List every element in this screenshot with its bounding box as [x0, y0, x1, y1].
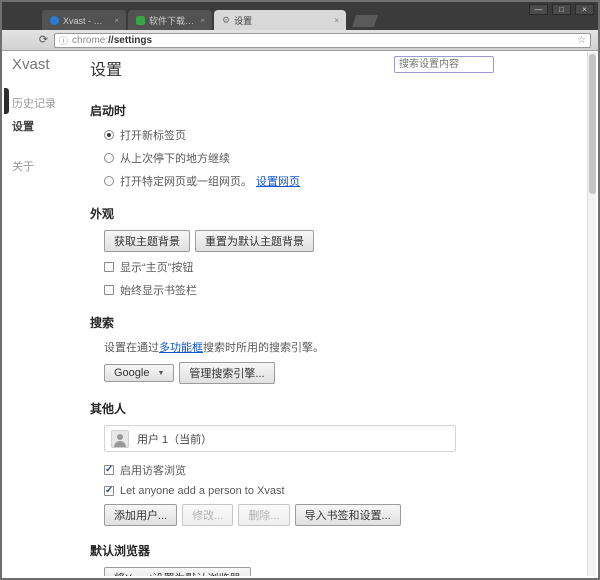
section-header: 外观	[90, 205, 582, 222]
tab-close-icon[interactable]: ×	[199, 16, 206, 25]
section-header: 搜索	[90, 314, 582, 331]
gear-icon: ⚙	[222, 16, 230, 25]
page-info-icon[interactable]: ⓘ	[59, 34, 68, 47]
radio-icon[interactable]	[104, 153, 114, 163]
left-edge-tab	[4, 88, 9, 114]
browser-window: — □ × Xvast - 安全极速浏览器 × 软件下载站_最安全的下载 × ⚙…	[0, 0, 600, 580]
startup-option-specific-pages[interactable]: 打开特定网页或一组网页。 设置网页	[104, 173, 582, 189]
guest-browsing-checkbox-row[interactable]: 启用访客浏览	[104, 462, 582, 478]
tab-download-site[interactable]: 软件下载站_最安全的下载 ×	[128, 10, 212, 30]
minimize-button[interactable]: —	[529, 4, 548, 15]
section-appearance: 外观 获取主题背景 重置为默认主题背景 显示“主页”按钮 始终显示书签栏	[90, 205, 582, 298]
checkbox-label: 启用访客浏览	[120, 462, 186, 478]
close-button[interactable]: ×	[575, 4, 594, 15]
delete-user-button: 删除...	[238, 504, 289, 526]
maximize-button[interactable]: □	[552, 4, 571, 15]
option-label: 从上次停下的地方继续	[120, 150, 230, 166]
section-people: 其他人 用户 1（当前） 启用访客浏览 Let anyone add a per…	[90, 400, 582, 526]
checkbox-label: 始终显示书签栏	[120, 282, 197, 298]
tab-title: Xvast - 安全极速浏览器	[63, 14, 109, 27]
section-header: 默认浏览器	[90, 542, 582, 559]
page-title: 设置	[90, 62, 122, 79]
product-logo: Xvast	[12, 56, 88, 73]
section-search: 搜索 设置在通过多功能框搜索时所用的搜索引擎。 Google ▼ 管理搜索引擎.…	[90, 314, 582, 384]
checkbox-icon[interactable]	[104, 465, 114, 475]
reset-theme-button[interactable]: 重置为默认主题背景	[195, 230, 314, 252]
checkbox-label: 显示“主页”按钮	[120, 259, 193, 275]
bookmark-star-icon[interactable]: ☆	[577, 35, 586, 46]
site-favicon-icon	[136, 16, 145, 25]
set-pages-link[interactable]: 设置网页	[256, 173, 300, 189]
settings-page: Xvast 历史记录 设置 关于 设置 启动时 打开新标签页	[4, 52, 596, 576]
page-header: 设置	[90, 56, 582, 86]
chevron-down-icon: ▼	[157, 370, 164, 377]
sidebar-item-settings[interactable]: 设置	[12, 118, 88, 134]
make-default-browser-button[interactable]: 将Xvast设置为默认浏览器	[104, 567, 251, 576]
option-label: 打开新标签页	[120, 127, 186, 143]
search-engine-select[interactable]: Google ▼	[104, 364, 174, 382]
tab-close-icon[interactable]: ×	[333, 16, 340, 25]
profile-name: 用户 1（当前）	[137, 431, 212, 447]
import-bookmarks-button[interactable]: 导入书签和设置...	[295, 504, 401, 526]
section-header: 启动时	[90, 102, 582, 119]
address-bar[interactable]: ⓘ chrome://settings ☆	[54, 33, 591, 48]
settings-main: 设置 启动时 打开新标签页 从上次停下的地方继续	[90, 56, 582, 576]
checkbox-icon[interactable]	[104, 285, 114, 295]
checkbox-label: Let anyone add a person to Xvast	[120, 485, 285, 497]
tab-title: 设置	[234, 14, 329, 27]
radio-icon[interactable]	[104, 176, 114, 186]
scrollbar[interactable]	[587, 52, 596, 576]
radio-icon[interactable]	[104, 130, 114, 140]
add-person-checkbox-row[interactable]: Let anyone add a person to Xvast	[104, 485, 582, 497]
reload-button[interactable]: ⟳	[36, 33, 51, 48]
settings-search-input[interactable]	[394, 56, 494, 73]
url-text: chrome://settings	[72, 35, 152, 46]
titlebar: — □ × Xvast - 安全极速浏览器 × 软件下载站_最安全的下载 × ⚙…	[2, 2, 598, 30]
get-themes-button[interactable]: 获取主题背景	[104, 230, 190, 252]
tab-settings[interactable]: ⚙ 设置 ×	[214, 10, 346, 30]
startup-option-newtab[interactable]: 打开新标签页	[104, 127, 582, 143]
toolbar: ⟳ ⓘ chrome://settings ☆	[2, 30, 598, 51]
profile-list-item[interactable]: 用户 1（当前）	[104, 425, 456, 452]
window-controls: — □ ×	[529, 4, 594, 15]
add-user-button[interactable]: 添加用户...	[104, 504, 177, 526]
new-tab-button[interactable]	[352, 15, 378, 27]
show-bookmarks-bar-checkbox-row[interactable]: 始终显示书签栏	[104, 282, 582, 298]
sidebar-item-history[interactable]: 历史记录	[12, 95, 88, 111]
scrollbar-thumb[interactable]	[589, 54, 596, 194]
section-startup: 启动时 打开新标签页 从上次停下的地方继续 打开特定网页或一组网页。 设置网页	[90, 102, 582, 189]
section-default-browser: 默认浏览器 将Xvast设置为默认浏览器 Xvast目前不是您的默认浏览器。	[90, 542, 582, 576]
settings-sidebar: Xvast 历史记录 设置 关于	[12, 56, 88, 181]
checkbox-icon[interactable]	[104, 486, 114, 496]
section-header: 其他人	[90, 400, 582, 417]
startup-option-continue[interactable]: 从上次停下的地方继续	[104, 150, 582, 166]
tab-title: 软件下载站_最安全的下载	[149, 14, 195, 27]
manage-search-engines-button[interactable]: 管理搜索引擎...	[179, 362, 274, 384]
omnibox-link[interactable]: 多功能框	[159, 342, 203, 354]
tab-strip: Xvast - 安全极速浏览器 × 软件下载站_最安全的下载 × ⚙ 设置 ×	[42, 10, 376, 30]
edit-user-button: 修改...	[182, 504, 233, 526]
option-label: 打开特定网页或一组网页。	[120, 173, 252, 189]
sidebar-item-about[interactable]: 关于	[12, 158, 88, 174]
xvast-logo-icon	[50, 16, 59, 25]
selected-engine: Google	[114, 367, 149, 379]
search-description: 设置在通过多功能框搜索时所用的搜索引擎。	[104, 339, 582, 355]
show-home-button-checkbox-row[interactable]: 显示“主页”按钮	[104, 259, 582, 275]
tab-xvast-home[interactable]: Xvast - 安全极速浏览器 ×	[42, 10, 126, 30]
checkbox-icon[interactable]	[104, 262, 114, 272]
tab-close-icon[interactable]: ×	[113, 16, 120, 25]
avatar	[111, 430, 129, 448]
